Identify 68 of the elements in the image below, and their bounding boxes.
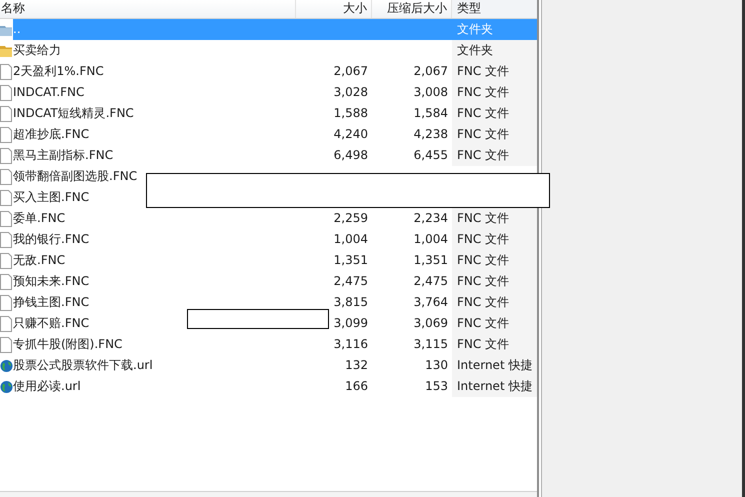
file-type: FNC 文件 bbox=[457, 337, 510, 351]
compressed-size: 2,067 bbox=[414, 64, 448, 78]
compressed-size: 1,584 bbox=[414, 106, 448, 120]
file-name[interactable]: 专抓牛股(附图).FNC bbox=[13, 337, 122, 351]
file-name[interactable]: 委单.FNC bbox=[13, 211, 66, 225]
file-name[interactable]: INDCAT.FNC bbox=[13, 85, 84, 99]
file-size: 1,351 bbox=[334, 253, 368, 267]
file-type: FNC 文件 bbox=[457, 232, 510, 246]
file-name[interactable]: 我的银行.FNC bbox=[13, 232, 90, 246]
compressed-size: 130 bbox=[425, 358, 448, 372]
compressed-size: 2,475 bbox=[414, 274, 448, 288]
compressed-size: 153 bbox=[425, 379, 448, 393]
file-size: 2,475 bbox=[334, 274, 368, 288]
globe-icon bbox=[0, 358, 13, 372]
file-type: Internet 快捷 bbox=[457, 379, 532, 393]
file-size: 2,067 bbox=[334, 64, 368, 78]
compressed-size: 3,069 bbox=[414, 316, 448, 330]
file-type: 文件夹 bbox=[457, 22, 493, 36]
file-type: FNC 文件 bbox=[457, 253, 510, 267]
file-type: FNC 文件 bbox=[457, 106, 510, 120]
file-name[interactable]: 2天盈利1%.FNC bbox=[13, 64, 104, 78]
file-name[interactable]: INDCAT短线精灵.FNC bbox=[13, 106, 134, 120]
file-name[interactable]: 挣钱主图.FNC bbox=[13, 295, 90, 309]
file-size: 3,099 bbox=[334, 316, 368, 330]
file-type: Internet 快捷 bbox=[457, 358, 532, 372]
globe-icon bbox=[0, 380, 13, 394]
file-type: FNC 文件 bbox=[457, 148, 510, 162]
file-name[interactable]: 黑马主副指标.FNC bbox=[13, 148, 114, 162]
column-header[interactable]: 大小 bbox=[296, 0, 372, 18]
compressed-size: 3,764 bbox=[414, 295, 448, 309]
file-name[interactable]: 无敌.FNC bbox=[13, 253, 66, 267]
file-size: 2,259 bbox=[334, 211, 368, 225]
file-type: FNC 文件 bbox=[457, 274, 510, 288]
file-name[interactable]: 买入主图.FNC bbox=[13, 190, 90, 204]
horizontal-scrollbar[interactable] bbox=[0, 491, 537, 497]
file-size: 3,815 bbox=[334, 295, 368, 309]
compressed-size: 2,234 bbox=[414, 211, 448, 225]
splitter[interactable] bbox=[537, 0, 542, 497]
file-size: 3,116 bbox=[334, 337, 368, 351]
file-type: FNC 文件 bbox=[457, 127, 510, 141]
file-name[interactable]: 领带翻倍副图选股.FNC bbox=[13, 169, 138, 183]
folder-icon bbox=[0, 44, 12, 58]
file-size: 6,498 bbox=[334, 148, 368, 162]
file-size: 3,028 bbox=[334, 85, 368, 99]
column-header[interactable]: 名称 bbox=[0, 0, 296, 18]
compressed-size: 6,455 bbox=[414, 148, 448, 162]
file-type: FNC 文件 bbox=[457, 64, 510, 78]
compressed-size: 3,008 bbox=[414, 85, 448, 99]
compressed-size: 4,238 bbox=[414, 127, 448, 141]
file-name[interactable]: 预知未来.FNC bbox=[13, 274, 90, 288]
compressed-size: 1,351 bbox=[414, 253, 448, 267]
file-type: FNC 文件 bbox=[457, 85, 510, 99]
file-name[interactable]: 买卖给力 bbox=[13, 43, 61, 57]
file-name[interactable]: 股票公式股票软件下载.url bbox=[13, 358, 153, 372]
file-type: 文件夹 bbox=[457, 43, 493, 57]
compressed-size: 3,115 bbox=[414, 337, 448, 351]
compressed-size: 1,004 bbox=[414, 232, 448, 246]
file-size: 4,240 bbox=[334, 127, 368, 141]
file-type: FNC 文件 bbox=[457, 295, 510, 309]
file-type: FNC 文件 bbox=[457, 211, 510, 225]
file-type: FNC 文件 bbox=[457, 316, 510, 330]
file-size: 1,004 bbox=[334, 232, 368, 246]
file-name[interactable]: 超准抄底.FNC bbox=[13, 127, 90, 141]
file-name[interactable]: 只赚不赔.FNC bbox=[13, 316, 90, 330]
file-size: 132 bbox=[345, 358, 368, 372]
file-size: 1,588 bbox=[334, 106, 368, 120]
file-size: 166 bbox=[345, 379, 368, 393]
file-name[interactable]: 使用必读.url bbox=[13, 379, 81, 393]
